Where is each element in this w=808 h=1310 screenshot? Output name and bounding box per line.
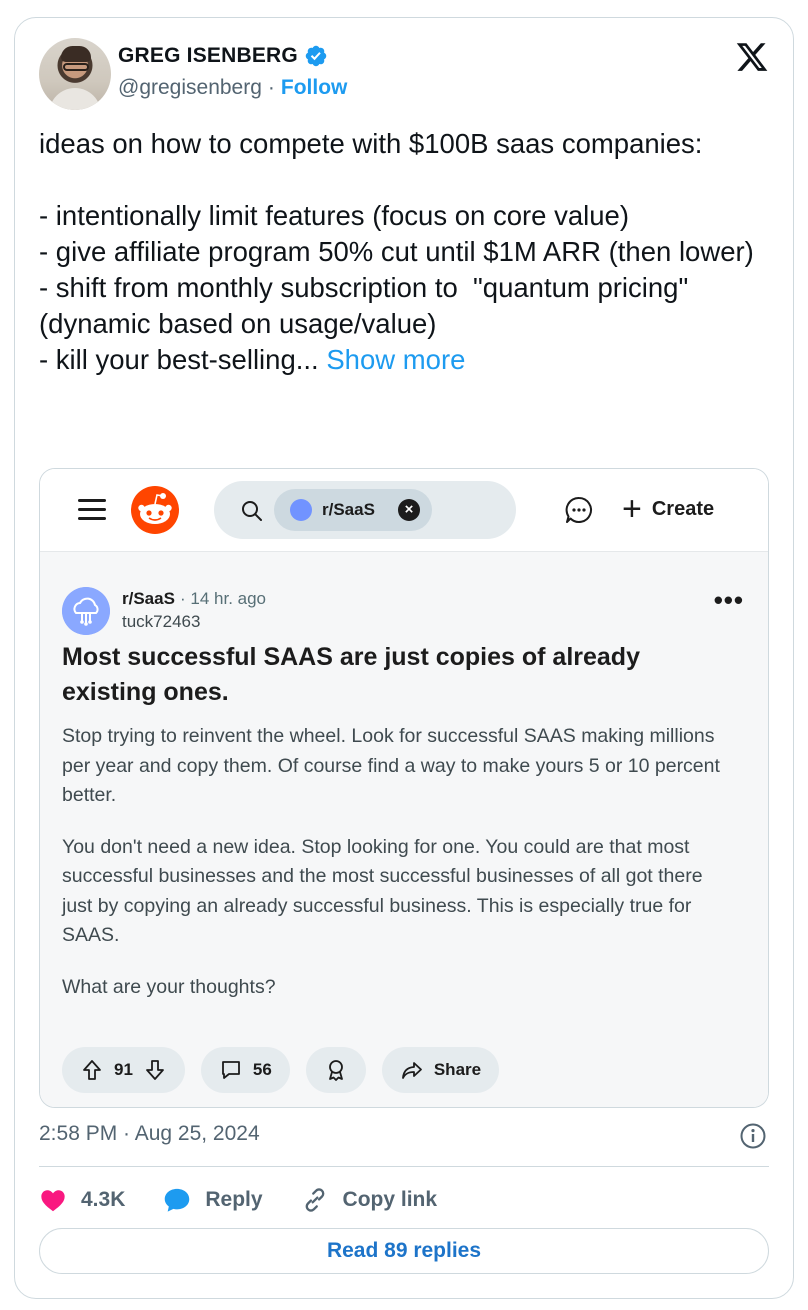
author-name[interactable]: GREG ISENBERG bbox=[118, 44, 298, 68]
reddit-search-bar[interactable]: r/SaaS × bbox=[214, 481, 516, 539]
plus-icon: + bbox=[622, 490, 642, 528]
tweet-body: ideas on how to compete with $100B saas … bbox=[39, 128, 754, 375]
comment-count: 56 bbox=[252, 1060, 272, 1079]
comment-icon bbox=[222, 1061, 240, 1079]
create-label: Create bbox=[651, 497, 715, 520]
embedded-image[interactable]: r/SaaS × + Create r/SaaS · 14 hr. ago tu… bbox=[39, 468, 769, 1108]
author-name-row: GREG ISENBERG bbox=[118, 44, 328, 68]
share-label: Share bbox=[433, 1060, 482, 1079]
copy-link-label: Copy link bbox=[342, 1188, 438, 1211]
tweet-text: ideas on how to compete with $100B saas … bbox=[39, 126, 769, 378]
link-icon bbox=[305, 1188, 324, 1212]
avatar-glasses bbox=[63, 63, 89, 71]
like-count: 4.3K bbox=[81, 1188, 126, 1211]
vote-count: 91 bbox=[114, 1060, 133, 1079]
subreddit-name[interactable]: r/SaaS bbox=[122, 589, 175, 609]
upvote-icon[interactable] bbox=[80, 1058, 104, 1082]
post-paragraph: Stop trying to reinvent the wheel. Look … bbox=[62, 725, 720, 806]
tweet-card: GREG ISENBERG @gregisenberg · Follow ide… bbox=[14, 17, 794, 1299]
close-icon[interactable]: × bbox=[398, 499, 420, 521]
post-paragraph: You don't need a new idea. Stop looking … bbox=[62, 835, 703, 947]
vote-control: 91 bbox=[62, 1047, 185, 1093]
award-icon bbox=[328, 1060, 343, 1081]
subreddit-chip-icon bbox=[290, 499, 312, 521]
tweet-timestamp[interactable]: 2:58 PM · Aug 25, 2024 bbox=[39, 1122, 260, 1146]
copy-link-button[interactable]: Copy link bbox=[301, 1186, 438, 1214]
comments-button[interactable]: 56 bbox=[200, 1047, 290, 1093]
subreddit-search-chip[interactable]: r/SaaS × bbox=[274, 489, 432, 531]
reply-label: Reply bbox=[205, 1188, 263, 1211]
handle-separator: · bbox=[267, 76, 275, 99]
post-actions: 91 56 Share bbox=[62, 1047, 500, 1093]
post-body: Stop trying to reinvent the wheel. Look … bbox=[62, 722, 734, 1024]
heart-icon bbox=[41, 1190, 65, 1212]
subreddit-chip-label: r/SaaS bbox=[322, 500, 375, 519]
share-icon bbox=[401, 1062, 422, 1079]
divider bbox=[39, 1166, 769, 1167]
follow-button[interactable]: Follow bbox=[281, 76, 348, 100]
reddit-navbar: r/SaaS × + Create bbox=[40, 469, 768, 552]
create-button[interactable]: + Create bbox=[622, 491, 714, 527]
more-options-icon[interactable]: ••• bbox=[714, 587, 744, 613]
avatar-hair bbox=[61, 46, 91, 62]
info-icon[interactable] bbox=[739, 1122, 767, 1150]
chat-icon[interactable] bbox=[564, 495, 594, 525]
verified-badge-icon bbox=[305, 45, 327, 67]
reddit-post: r/SaaS · 14 hr. ago tuck72463 ••• Most s… bbox=[40, 552, 768, 1107]
post-paragraph: What are your thoughts? bbox=[62, 975, 276, 998]
share-button[interactable]: Share bbox=[381, 1047, 500, 1093]
menu-icon[interactable] bbox=[78, 497, 106, 521]
post-author[interactable]: tuck72463 bbox=[122, 612, 200, 632]
x-logo-icon[interactable] bbox=[735, 40, 769, 74]
reply-button[interactable]: Reply bbox=[163, 1186, 263, 1214]
engagement-bar: 4.3K Reply Copy link bbox=[39, 1182, 437, 1218]
like-button[interactable]: 4.3K bbox=[39, 1186, 125, 1214]
author-handle-row: @gregisenberg · Follow bbox=[118, 76, 347, 100]
author-handle[interactable]: @gregisenberg bbox=[118, 76, 262, 100]
search-icon bbox=[242, 501, 262, 521]
author-avatar[interactable] bbox=[39, 38, 111, 110]
downvote-icon[interactable] bbox=[143, 1058, 167, 1082]
reply-icon bbox=[165, 1188, 190, 1212]
subreddit-avatar-icon[interactable] bbox=[62, 587, 110, 635]
avatar-shirt bbox=[49, 88, 101, 110]
show-more-link[interactable]: Show more bbox=[326, 344, 465, 375]
post-title[interactable]: Most successful SAAS are just copies of … bbox=[62, 640, 702, 710]
reddit-logo-icon[interactable] bbox=[130, 485, 180, 535]
post-time: · 14 hr. ago bbox=[180, 589, 267, 608]
award-button[interactable] bbox=[305, 1047, 366, 1093]
read-replies-button[interactable]: Read 89 replies bbox=[39, 1228, 769, 1274]
